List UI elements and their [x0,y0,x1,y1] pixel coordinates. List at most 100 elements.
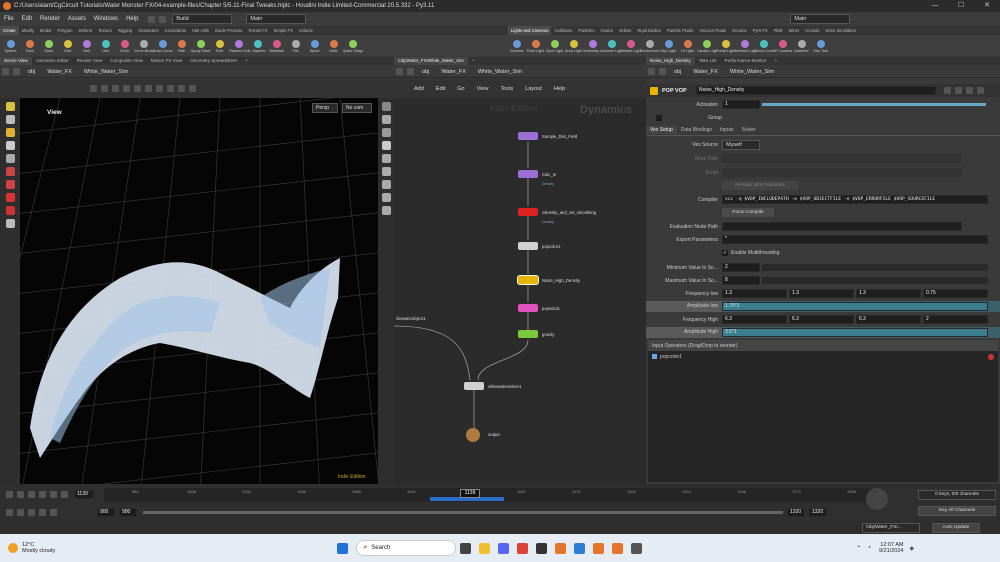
normals-icon[interactable] [381,180,391,189]
search-params-icon[interactable] [977,87,984,94]
magnet-tool-icon[interactable] [5,206,15,215]
notification-icon[interactable]: ◈ [909,545,914,552]
node-output[interactable] [466,428,480,442]
snap-tool-icon[interactable] [5,193,15,202]
right-desk-dropdown[interactable]: Main [790,14,851,24]
play-icon[interactable] [39,491,46,498]
shelf-tab-crowds[interactable]: Crowds [802,26,822,35]
jump-end-icon[interactable] [61,491,68,498]
tool-switcher[interactable]: Switcher [793,38,810,53]
tool-platonic-solids[interactable]: Platonic Solids [229,38,249,53]
shelf-tab-collisions[interactable]: Collisions [551,26,575,35]
node-noise-high-density[interactable] [517,275,539,285]
max-value-field[interactable]: 8 [722,276,760,285]
back-icon[interactable] [2,68,9,75]
file-explorer-icon[interactable] [479,542,491,554]
shelf-tab-particle-fluids[interactable]: Particle Fluids [664,26,696,35]
playhead[interactable]: 1139 [460,489,480,498]
freq-high-z[interactable]: 6.3 [856,315,921,324]
amp-high-field[interactable]: 3.5*1 [722,328,988,337]
crumb-water-fx[interactable]: Water_FX [41,69,78,75]
key-all-button[interactable]: Key All Channels [918,506,996,516]
node-calc-in[interactable] [518,170,538,178]
shelf-tab-constraints[interactable]: Constraints [162,26,189,35]
viewport-tool-3-icon[interactable] [112,85,119,92]
shelf-tab-fem[interactable]: FEM [771,26,786,35]
tool-file[interactable]: File [287,38,304,53]
net-menu-go[interactable]: Go [451,86,470,92]
shelf-tab-vellum[interactable]: Vellum [616,26,635,35]
freq-high-x[interactable]: 6.3 [722,315,787,324]
net-menu-add[interactable]: Add [408,86,430,92]
jump-start-icon[interactable] [6,491,13,498]
menu-file[interactable]: File [0,16,18,22]
close-icon[interactable]: ✕ [974,0,1000,12]
app-icon-1[interactable] [536,542,548,554]
tool-null[interactable]: Null [78,38,95,53]
force-compile-button[interactable]: Force Compile [722,208,774,217]
camera-dropdown[interactable]: No cam [342,103,372,113]
tool-torus[interactable]: Torus [40,38,57,53]
tab-animation-editor[interactable]: Animation Editor [32,57,73,65]
shelf-tab-model[interactable]: Model [37,26,54,35]
tool-line[interactable]: Line [97,38,114,53]
subtab-data-bindings[interactable]: Data Bindings [677,126,716,134]
tool-distant-light[interactable]: Distant Light [621,38,641,53]
right-back-icon[interactable] [648,68,655,75]
shelf-tab-texture[interactable]: Texture [95,26,115,35]
subtab-inputs[interactable]: Inputs [716,126,738,134]
step-forward-icon[interactable] [50,491,57,498]
tool-sphere[interactable]: Sphere [2,38,19,53]
menu-windows[interactable]: Windows [90,16,122,22]
tool-spray-paint[interactable]: Spray Paint [191,38,210,53]
node-gravity[interactable] [518,330,538,338]
net-menu-layout[interactable]: Layout [519,86,548,92]
pose-tool-icon[interactable] [5,180,15,189]
amp-low-field[interactable]: 1.75*1 [722,302,988,311]
viewport-tool-1-icon[interactable] [90,85,97,92]
weather-icon[interactable] [8,543,18,553]
tool-camera[interactable]: Camera [508,38,525,53]
range-icon[interactable] [39,509,46,516]
viewport-tool-4-icon[interactable] [123,85,130,92]
light-icon[interactable] [381,141,391,150]
menu-help[interactable]: Help [122,16,142,22]
houdini-icon-3[interactable] [612,542,624,554]
status-path[interactable]: /obj/Water_FX/... [862,523,920,533]
tab-network-path[interactable]: /obj/Water_FX/White_Water_Sim [394,57,468,65]
tool-helix[interactable]: Helix [325,38,342,53]
shelf-tab-polygon[interactable]: Polygon [54,26,75,35]
vex-source-dropdown[interactable]: Myself [722,139,760,150]
tool-stereo-camera[interactable]: Stereo Camera [754,38,774,53]
node-whitewatersolver1[interactable] [464,382,484,390]
tab-parameters[interactable]: Noise_High_Density [646,57,695,65]
app-icon-2[interactable] [574,542,586,554]
freq-low-x[interactable]: 1.3 [722,289,787,298]
max-value-slider[interactable] [762,277,988,284]
info-icon[interactable] [966,87,973,94]
viewport-tool-10-icon[interactable] [189,85,196,92]
subtab-vex-setup[interactable]: Vex Setup [646,126,677,134]
tool-environment-light[interactable]: Environment Light [640,38,660,53]
maximize-icon[interactable]: ☐ [948,0,974,12]
tool-tube[interactable]: Tube [21,38,38,53]
viewport-tool-9-icon[interactable] [178,85,185,92]
right-forward-icon[interactable] [659,68,666,75]
range-end-field-2[interactable]: 1320 [809,508,827,517]
network-editor[interactable]: Indie Edition Dynamics Sample_Dist_Field… [394,98,646,484]
realtime-icon[interactable] [6,509,13,516]
display-options-icon[interactable] [381,102,391,111]
tool-gas-tool[interactable]: Gas Tool [812,38,829,53]
tool-area-light[interactable]: Area Light [565,38,582,53]
shelf-tab-characters[interactable]: Characters [135,26,161,35]
tool-curve-bezier[interactable]: Curve Bezier [134,38,154,53]
tool-circle[interactable]: Circle [116,38,133,53]
tab-scene-view[interactable]: Scene View [0,57,32,65]
select-tool-icon[interactable] [5,102,15,111]
grid-icon[interactable] [381,206,391,215]
handle-tool-icon[interactable] [5,167,15,176]
crumb-white-water-sim[interactable]: White_Water_Sim [78,69,134,75]
tool-spiral[interactable]: Spiral [306,38,323,53]
add-network-tab-icon[interactable]: + [468,57,479,65]
viewport-tool-2-icon[interactable] [101,85,108,92]
